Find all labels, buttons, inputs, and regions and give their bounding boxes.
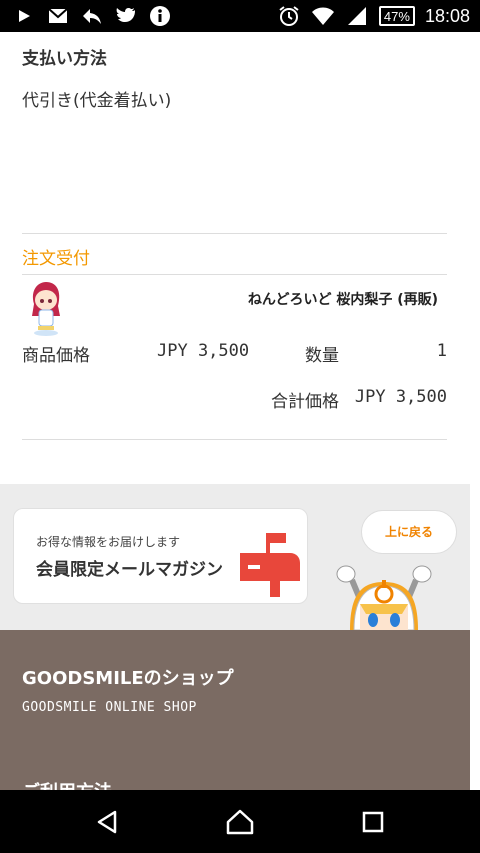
order-content: 支払い方法 代引き(代金着払い) 注文受付 ねんどろいど 桜内梨子 (再販) 商… [0, 32, 470, 790]
mascot-icon [332, 564, 436, 631]
footer-usage-title: ご利用方法 [22, 778, 112, 790]
price-value: JPY 3,500 [157, 341, 250, 361]
twitter-icon [114, 4, 138, 28]
order-status-title: 注文受付 [22, 249, 90, 269]
info-icon [148, 4, 172, 28]
mailbox-icon [236, 531, 302, 599]
quantity-value: 1 [436, 341, 447, 361]
status-bar: 47% 18:08 [0, 0, 480, 32]
wifi-icon [311, 4, 335, 28]
total-label: 合計価格 [271, 392, 339, 412]
total-value: JPY 3,500 [354, 387, 447, 407]
scroll-gutter [470, 32, 480, 790]
mail-magazine-title: 会員限定メールマガジン [36, 560, 223, 580]
battery-indicator: 47% [378, 6, 415, 26]
gmail-icon [46, 4, 70, 28]
mail-magazine-tagline: お得な情報をお届けします [36, 535, 181, 549]
footer-shop-link[interactable]: GOODSMILE ONLINE SHOP [22, 700, 197, 715]
footer-shop-title: GOODSMILEのショップ [22, 668, 234, 689]
home-icon[interactable] [222, 804, 258, 840]
payment-method-value: 代引き(代金着払い) [22, 91, 172, 111]
payment-method-title: 支払い方法 [22, 49, 107, 69]
product-name[interactable]: ねんどろいど 桜内梨子 (再販) [248, 289, 438, 309]
reply-icon [80, 4, 104, 28]
product-thumbnail[interactable] [26, 280, 66, 336]
mail-magazine-banner[interactable]: お得な情報をお届けします 会員限定メールマガジン [13, 508, 308, 604]
divider [22, 233, 447, 234]
banner-area: お得な情報をお届けします 会員限定メールマガジン 上に戻る [0, 484, 470, 631]
clock: 18:08 [424, 5, 470, 26]
play-icon [12, 4, 36, 28]
recents-icon[interactable] [355, 804, 391, 840]
quantity-label: 数量 [305, 346, 339, 366]
signal-icon [345, 4, 369, 28]
price-label: 商品価格 [22, 346, 90, 366]
alarm-icon [277, 4, 301, 28]
back-to-top-button[interactable]: 上に戻る [361, 510, 457, 554]
divider [22, 439, 447, 440]
navigation-bar [0, 790, 480, 853]
total-row: 合計価格 JPY 3,500 [22, 387, 447, 412]
site-footer: GOODSMILEのショップ GOODSMILE ONLINE SHOP ご利用… [0, 630, 470, 790]
back-icon[interactable] [89, 804, 125, 840]
price-row: 商品価格 JPY 3,500 数量 1 [22, 341, 447, 366]
divider [22, 274, 447, 275]
